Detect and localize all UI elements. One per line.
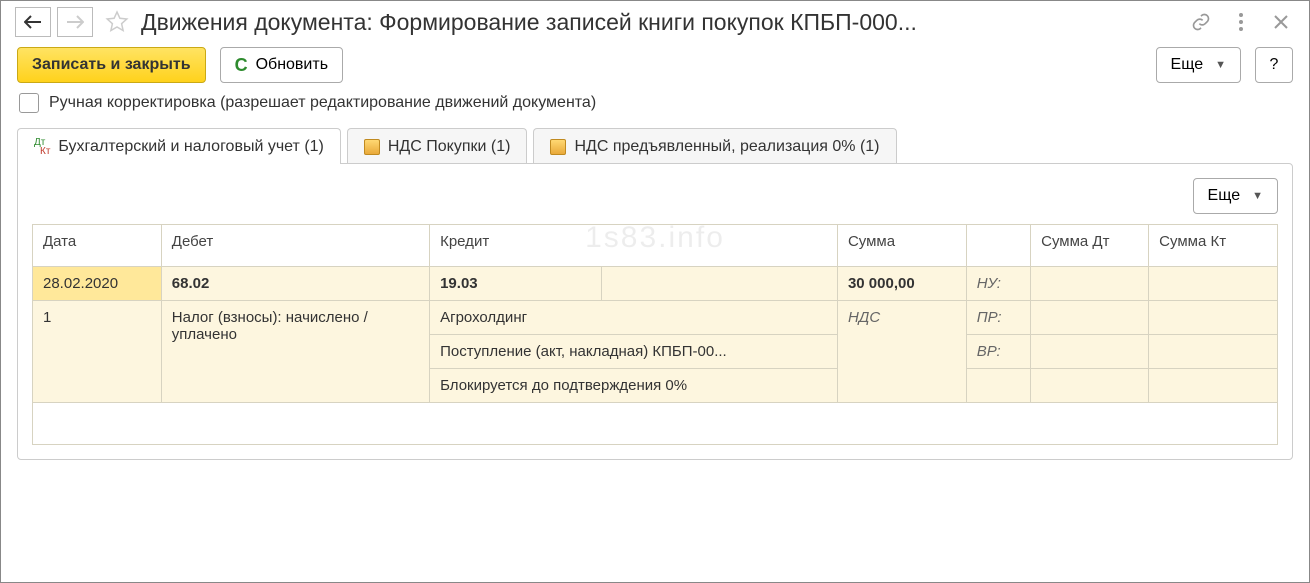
col-blank[interactable] [966, 225, 1030, 267]
cell-sum-kt [1149, 301, 1278, 335]
arrow-right-icon [66, 15, 84, 29]
cell-tag: ПР: [966, 301, 1030, 335]
cell-tag: ВР: [966, 335, 1030, 369]
chevron-down-icon: ▼ [1252, 190, 1263, 202]
cell-debit-desc: Налог (взносы): начислено / уплачено [161, 301, 429, 403]
toolbar: Записать и закрыть C Обновить Еще ▼ ? [1, 47, 1309, 93]
help-button[interactable]: ? [1255, 47, 1293, 83]
favorite-star-icon[interactable] [103, 8, 131, 36]
help-label: ? [1270, 56, 1279, 74]
postings-table: Дата Дебет Кредит Сумма Сумма Дт Сумма К… [32, 224, 1278, 445]
more-button[interactable]: Еще ▼ [1156, 47, 1241, 83]
nav-back-button[interactable] [15, 7, 51, 37]
close-icon[interactable] [1271, 12, 1291, 32]
cell-num: 1 [33, 301, 162, 403]
manual-edit-row: Ручная корректировка (разрешает редактир… [1, 93, 1309, 127]
col-date[interactable]: Дата [33, 225, 162, 267]
col-sum-dt[interactable]: Сумма Дт [1031, 225, 1149, 267]
book-icon [364, 139, 380, 155]
chevron-down-icon: ▼ [1215, 59, 1226, 71]
cell-sum-kt [1149, 335, 1278, 369]
table-row[interactable]: 28.02.2020 68.02 19.03 30 000,00 НУ: [33, 267, 1278, 301]
arrow-left-icon [24, 15, 42, 29]
col-sum[interactable]: Сумма [837, 225, 966, 267]
col-sum-kt[interactable]: Сумма Кт [1149, 225, 1278, 267]
table-empty-row [33, 403, 1278, 445]
cell-sum-kt [1149, 369, 1278, 403]
refresh-button[interactable]: C Обновить [220, 47, 343, 83]
titlebar: Движения документа: Формирование записей… [1, 1, 1309, 47]
panel-more-label: Еще [1208, 187, 1241, 205]
cell-date: 28.02.2020 [33, 267, 162, 301]
panel-more-button[interactable]: Еще ▼ [1193, 178, 1278, 214]
cell-tag: НУ: [966, 267, 1030, 301]
save-and-close-button[interactable]: Записать и закрыть [17, 47, 206, 83]
save-and-close-label: Записать и закрыть [32, 56, 191, 74]
cell-sum-kt [1149, 267, 1278, 301]
cell-credit: Агрохолдинг [430, 301, 838, 335]
cell-tag [966, 369, 1030, 403]
manual-edit-checkbox[interactable] [19, 93, 39, 113]
cell-credit: 19.03 [430, 267, 602, 301]
tabs: ДтКт Бухгалтерский и налоговый учет (1) … [1, 127, 1309, 163]
kebab-menu-icon[interactable] [1231, 12, 1251, 32]
col-credit[interactable]: Кредит [430, 225, 838, 267]
dtkt-icon: ДтКт [34, 138, 50, 156]
cell-sum-dt [1031, 267, 1149, 301]
titlebar-actions [1191, 12, 1297, 32]
tab-vat-presented[interactable]: НДС предъявленный, реализация 0% (1) [533, 128, 896, 164]
cell-sum-dt [1031, 301, 1149, 335]
tab-vat-purchases-label: НДС Покупки (1) [388, 138, 511, 156]
cell-credit: Поступление (акт, накладная) КПБП-00... [430, 335, 838, 369]
manual-edit-label: Ручная корректировка (разрешает редактир… [49, 94, 596, 112]
link-icon[interactable] [1191, 12, 1211, 32]
cell-sum: 30 000,00 [837, 267, 966, 301]
nav-forward-button[interactable] [57, 7, 93, 37]
cell-sum-dt [1031, 335, 1149, 369]
table-header-row: Дата Дебет Кредит Сумма Сумма Дт Сумма К… [33, 225, 1278, 267]
tab-accounting[interactable]: ДтКт Бухгалтерский и налоговый учет (1) [17, 128, 341, 164]
refresh-icon: C [235, 55, 248, 76]
more-label: Еще [1171, 56, 1204, 74]
cell-credit: Блокируется до подтверждения 0% [430, 369, 838, 403]
panel-toolbar: Еще ▼ [32, 178, 1278, 214]
tab-vat-presented-label: НДС предъявленный, реализация 0% (1) [574, 138, 879, 156]
book-icon [550, 139, 566, 155]
tab-accounting-label: Бухгалтерский и налоговый учет (1) [58, 138, 323, 156]
tab-vat-purchases[interactable]: НДС Покупки (1) [347, 128, 528, 164]
table-row[interactable]: 1 Налог (взносы): начислено / уплачено А… [33, 301, 1278, 335]
content-panel: 1s83.info Еще ▼ Дата Дебет Кредит Сумма [17, 163, 1293, 460]
col-debit[interactable]: Дебет [161, 225, 429, 267]
cell-debit: 68.02 [161, 267, 429, 301]
window-title: Движения документа: Формирование записей… [141, 9, 1185, 36]
cell-sum-dt [1031, 369, 1149, 403]
cell-credit2 [601, 267, 837, 301]
refresh-label: Обновить [256, 56, 328, 74]
cell-sum: НДС [837, 301, 966, 403]
